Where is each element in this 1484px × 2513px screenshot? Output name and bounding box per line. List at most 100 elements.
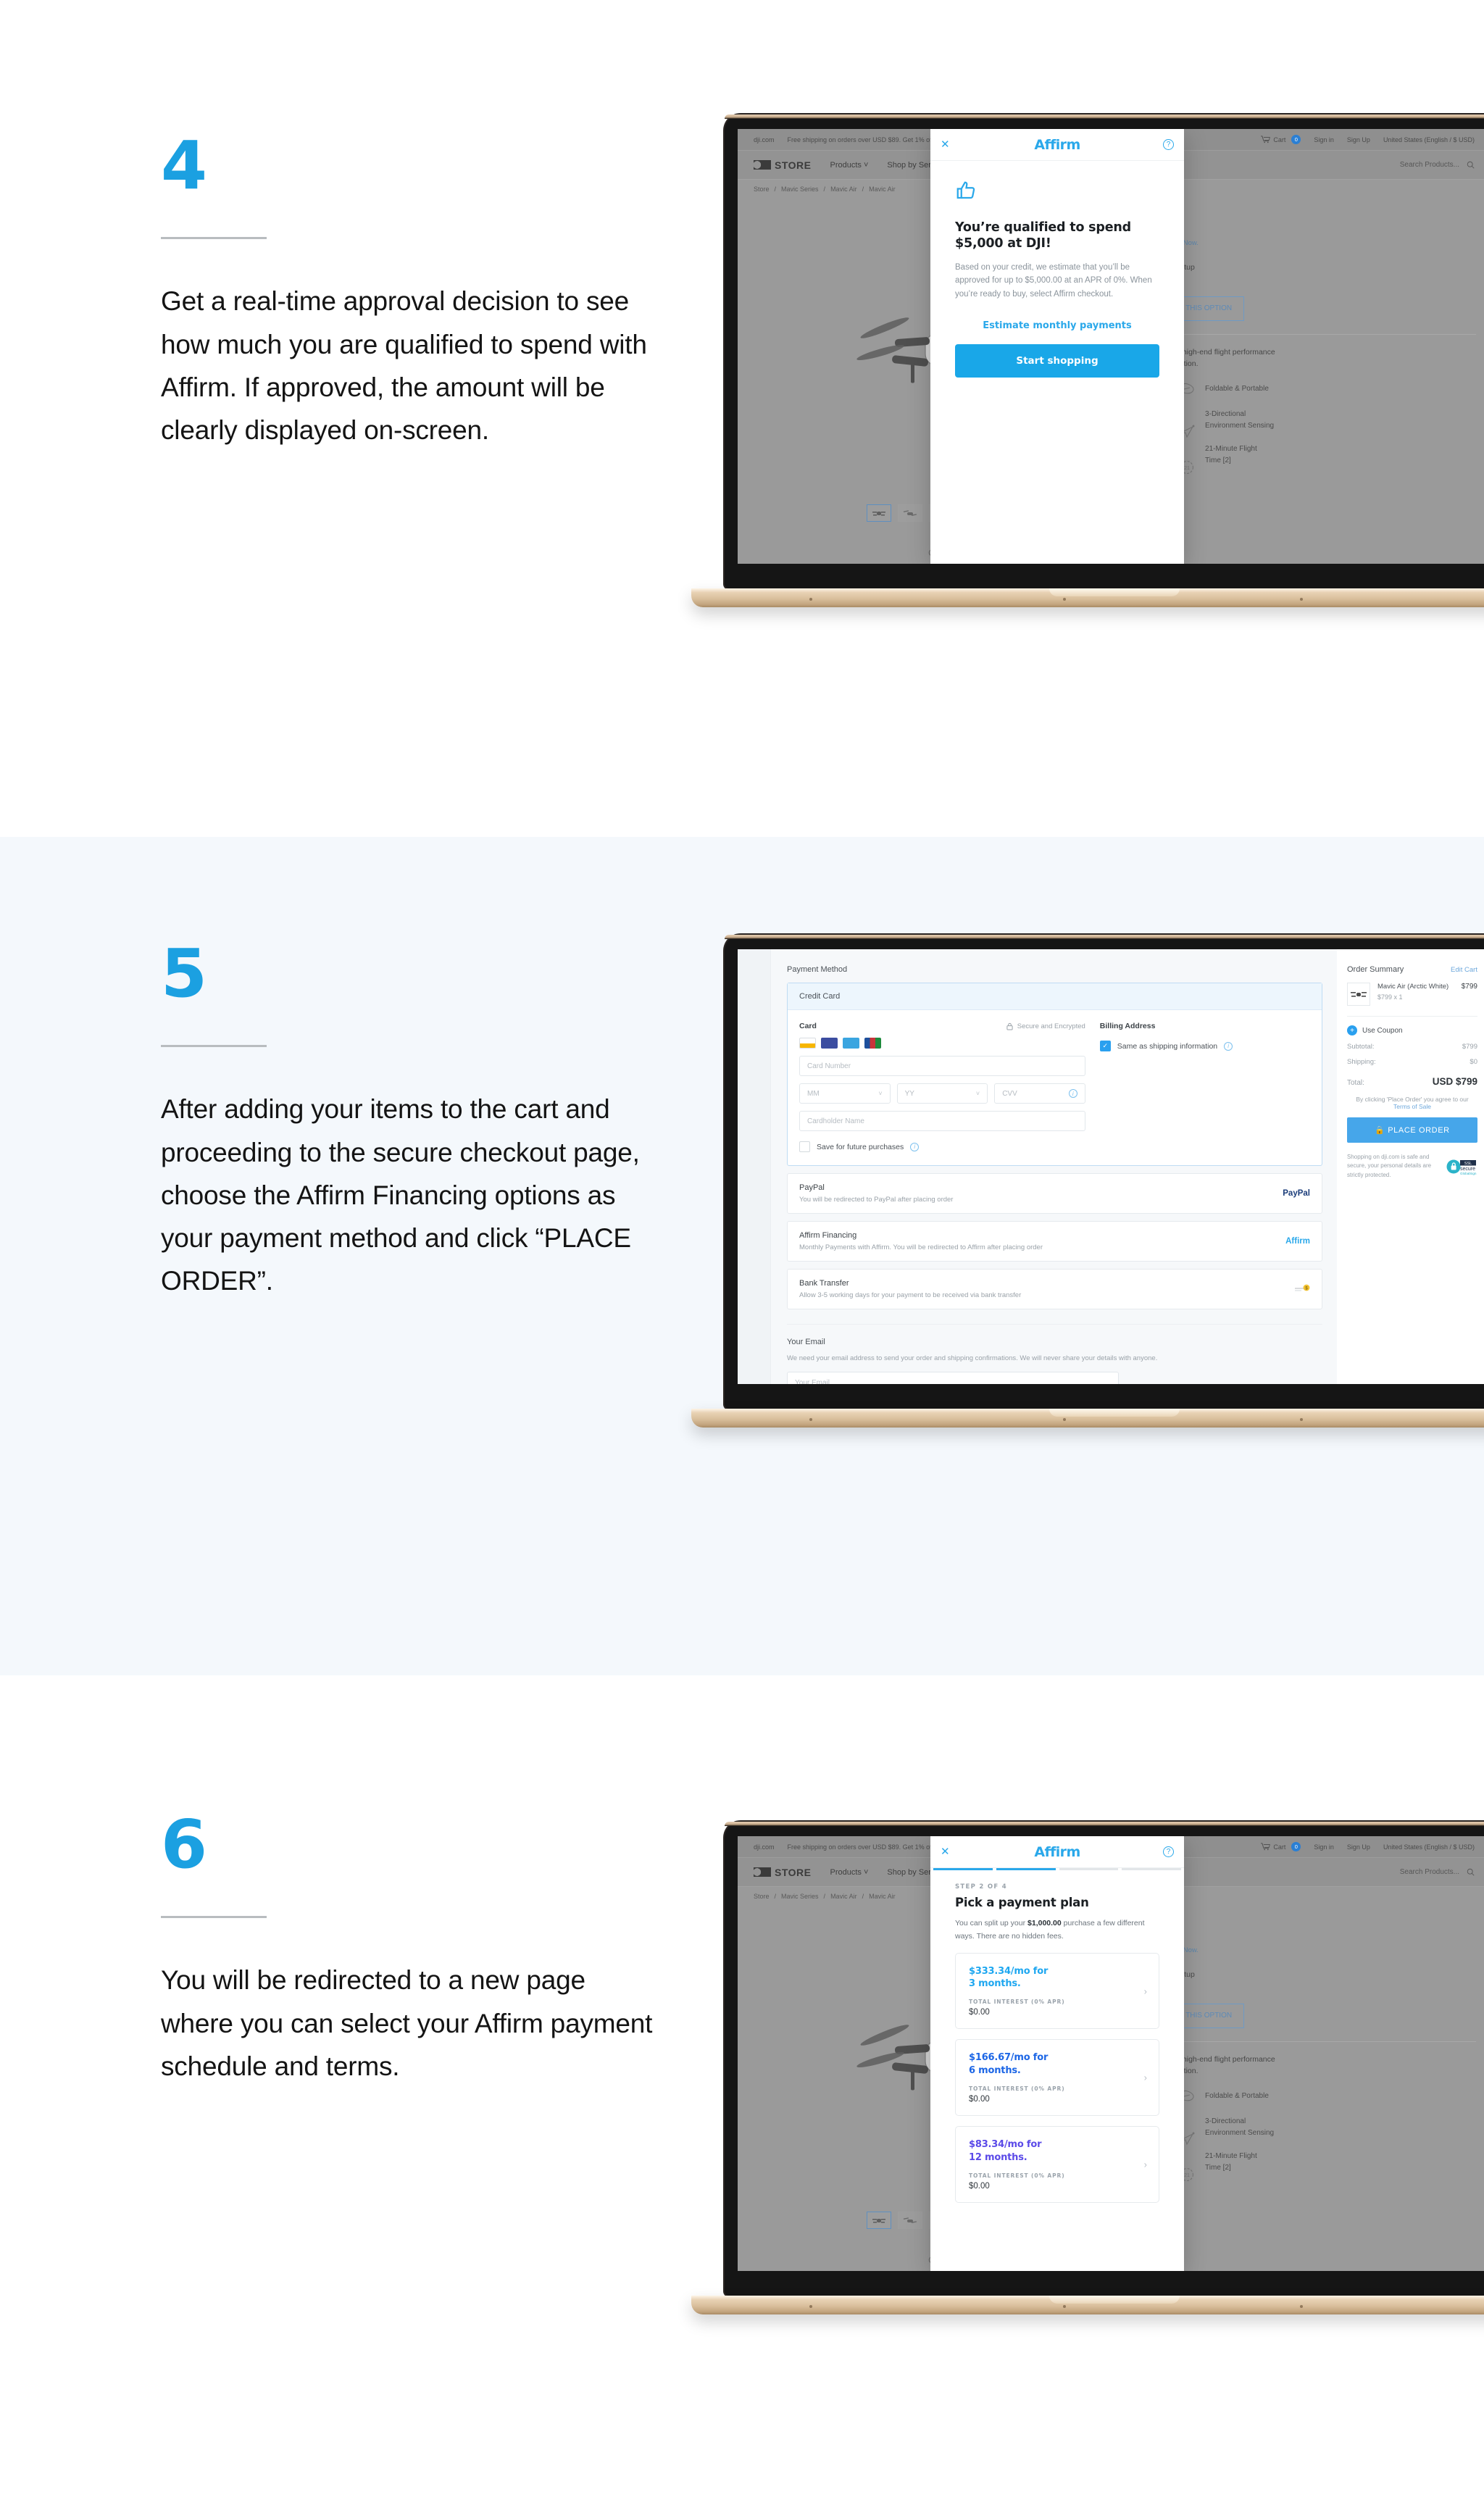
breadcrumb-item[interactable]: Mavic Series: [781, 1893, 819, 1900]
payment-option-paypal[interactable]: PayPal You will be redirected to PayPal …: [787, 1173, 1322, 1214]
sep: /: [774, 186, 777, 193]
laptop-mock-step-6: dji.com Free shipping on orders over USD…: [691, 1822, 1484, 2314]
breadcrumb-item[interactable]: Mavic Series: [781, 186, 819, 193]
thumbnail-1[interactable]: [866, 504, 891, 522]
secure-note-row: Shopping on dji.com is safe and secure, …: [1347, 1153, 1477, 1180]
order-item-info: Mavic Air (Arctic White) $799 x 1: [1377, 983, 1448, 1001]
breadcrumb-item[interactable]: Mavic Air: [830, 186, 857, 193]
region-selector[interactable]: United States (English / $ USD): [1383, 136, 1475, 143]
dji-store-label: STORE: [775, 1866, 812, 1878]
place-order-button[interactable]: 🔒 PLACE ORDER: [1347, 1117, 1477, 1143]
mastercard-icon: [821, 1038, 838, 1049]
edit-cart-link[interactable]: Edit Cart: [1451, 966, 1477, 974]
sign-up-link[interactable]: Sign Up: [1347, 136, 1370, 143]
nav-label: Products: [830, 160, 862, 170]
search-input[interactable]: Search Products...: [1400, 161, 1459, 169]
email-title: Your Email: [787, 1338, 825, 1346]
step-number: 4: [161, 127, 207, 204]
payment-option-affirm[interactable]: Affirm Financing Monthly Payments with A…: [787, 1221, 1322, 1262]
shipping-value: $0: [1470, 1058, 1477, 1066]
feature-row: Foldable & Portable: [1177, 2088, 1476, 2104]
save-card-checkbox[interactable]: [799, 1141, 810, 1152]
same-as-shipping-checkbox[interactable]: ✓: [1099, 1041, 1111, 1051]
card-label-row: Card Secure and Encrypted: [799, 1022, 1085, 1030]
step-description: Get a real-time approval decision to see…: [161, 286, 647, 445]
search-input[interactable]: Search Products...: [1400, 1868, 1459, 1876]
expiry-month-select[interactable]: MM ˅: [799, 1083, 891, 1104]
terms-of-sale-link[interactable]: Terms of Sale: [1393, 1103, 1431, 1110]
divider: [1347, 1016, 1477, 1017]
paypal-logo-text: PayPal: [1283, 1189, 1310, 1198]
close-icon[interactable]: ✕: [941, 139, 950, 150]
cvv-input[interactable]: CVV i: [994, 1083, 1085, 1104]
prequalify-link[interactable]: re-qualify Now.: [1153, 1945, 1476, 1956]
amex-icon: [843, 1038, 859, 1049]
bank-transfer-icon: $: [1294, 1283, 1310, 1295]
help-icon[interactable]: ?: [1163, 139, 1174, 150]
sign-up-link[interactable]: Sign Up: [1347, 1843, 1370, 1851]
cart-button[interactable]: Cart 0: [1261, 1842, 1301, 1851]
cardholder-placeholder: Cardholder Name: [807, 1117, 864, 1125]
nav-item-products[interactable]: Products ˅: [830, 1868, 868, 1877]
start-shopping-button[interactable]: Start shopping: [955, 343, 1159, 378]
dji-logo[interactable]: STORE: [754, 1867, 811, 1878]
dji-logo[interactable]: STORE: [754, 159, 811, 171]
payment-plan-option-3mo[interactable]: $333.34/mo for 3 months. TOTAL INTEREST …: [955, 1952, 1159, 2030]
cart-button[interactable]: Cart 0: [1261, 135, 1301, 144]
lock-icon: [1006, 1022, 1013, 1030]
region-selector[interactable]: United States (English / $ USD): [1383, 1843, 1475, 1851]
drone-thumb-icon: [872, 511, 885, 516]
payment-plan-option-12mo[interactable]: $83.34/mo for 12 months. TOTAL INTEREST …: [955, 2126, 1159, 2204]
cardholder-name-input[interactable]: Cardholder Name: [799, 1111, 1085, 1131]
feature-label: 21-Minute Flight Time [2]: [1205, 445, 1257, 465]
info-icon[interactable]: i: [910, 1142, 920, 1151]
sep: /: [823, 186, 826, 193]
svg-text:21: 21: [1184, 466, 1190, 471]
total-value: USD $799: [1432, 1076, 1477, 1087]
search-box[interactable]: Search Products...: [1400, 1868, 1475, 1876]
breadcrumb-item[interactable]: Store: [754, 1893, 770, 1900]
same-as-shipping-row[interactable]: ✓ Same as shipping information i: [1099, 1041, 1310, 1051]
feature-intro: features high-end flight performance s e…: [1153, 2054, 1275, 2075]
info-icon[interactable]: i: [1068, 1089, 1077, 1098]
card-label: Card: [799, 1022, 817, 1030]
plan-amount: $166.67/mo for 6 months.: [969, 2051, 1134, 2077]
shipping-row: Shipping: $0: [1347, 1058, 1477, 1066]
thumbnail-2[interactable]: [897, 504, 922, 522]
card-number-input[interactable]: Card Number: [799, 1056, 1085, 1076]
laptop-lid: Payment Method Credit Card Card Secure a…: [725, 935, 1484, 1409]
breadcrumb-item[interactable]: Store: [754, 186, 770, 193]
info-icon[interactable]: i: [1224, 1041, 1233, 1051]
nav-item-products[interactable]: Products ˅: [830, 161, 868, 170]
email-desc: We need your email address to send your …: [787, 1354, 1158, 1362]
expiry-year-select[interactable]: YY ˅: [896, 1083, 988, 1104]
prequalify-link[interactable]: re-qualify Now.: [1153, 238, 1476, 249]
email-input[interactable]: Your Email: [787, 1372, 1120, 1384]
plan-interest-value: $0.00: [969, 2095, 990, 2104]
bank-transfer-glyph: $: [1295, 1284, 1310, 1291]
payment-option-bank-transfer[interactable]: Bank Transfer Allow 3-5 working days for…: [787, 1269, 1322, 1309]
affirm-text: Affirm Financing Monthly Payments with A…: [799, 1231, 1043, 1251]
use-coupon-button[interactable]: + Use Coupon: [1347, 1025, 1477, 1035]
plan-term-text: 12 months.: [969, 2151, 1027, 2163]
affirm-logo: Affirm: [1034, 136, 1080, 153]
thumbnail-2[interactable]: [897, 2212, 922, 2229]
sign-in-link[interactable]: Sign in: [1314, 136, 1334, 143]
visa-icon: [799, 1038, 816, 1049]
credit-card-option[interactable]: Credit Card Card Secure and Encrypted Ca…: [787, 983, 1322, 1166]
globalsign-secure-badge: SSL secure GlobalSign: [1446, 1157, 1477, 1176]
cvv-placeholder: CVV: [1002, 1089, 1017, 1098]
help-icon[interactable]: ?: [1163, 1846, 1174, 1857]
thumbnail-1[interactable]: [866, 2212, 891, 2229]
payment-plan-option-6mo[interactable]: $166.67/mo for 6 months. TOTAL INTEREST …: [955, 2039, 1159, 2117]
step-divider: [161, 1045, 267, 1048]
save-card-row[interactable]: Save for future purchases i: [799, 1141, 1085, 1152]
base-dot: [809, 1418, 813, 1421]
close-icon[interactable]: ✕: [941, 1846, 950, 1857]
breadcrumb-item[interactable]: Mavic Air: [830, 1893, 857, 1900]
cart-label: Cart: [1273, 136, 1286, 143]
sign-in-link[interactable]: Sign in: [1314, 1843, 1334, 1851]
base-dot: [1063, 598, 1067, 601]
estimate-monthly-payments-link[interactable]: Estimate monthly payments: [955, 320, 1159, 331]
search-box[interactable]: Search Products...: [1400, 161, 1475, 169]
